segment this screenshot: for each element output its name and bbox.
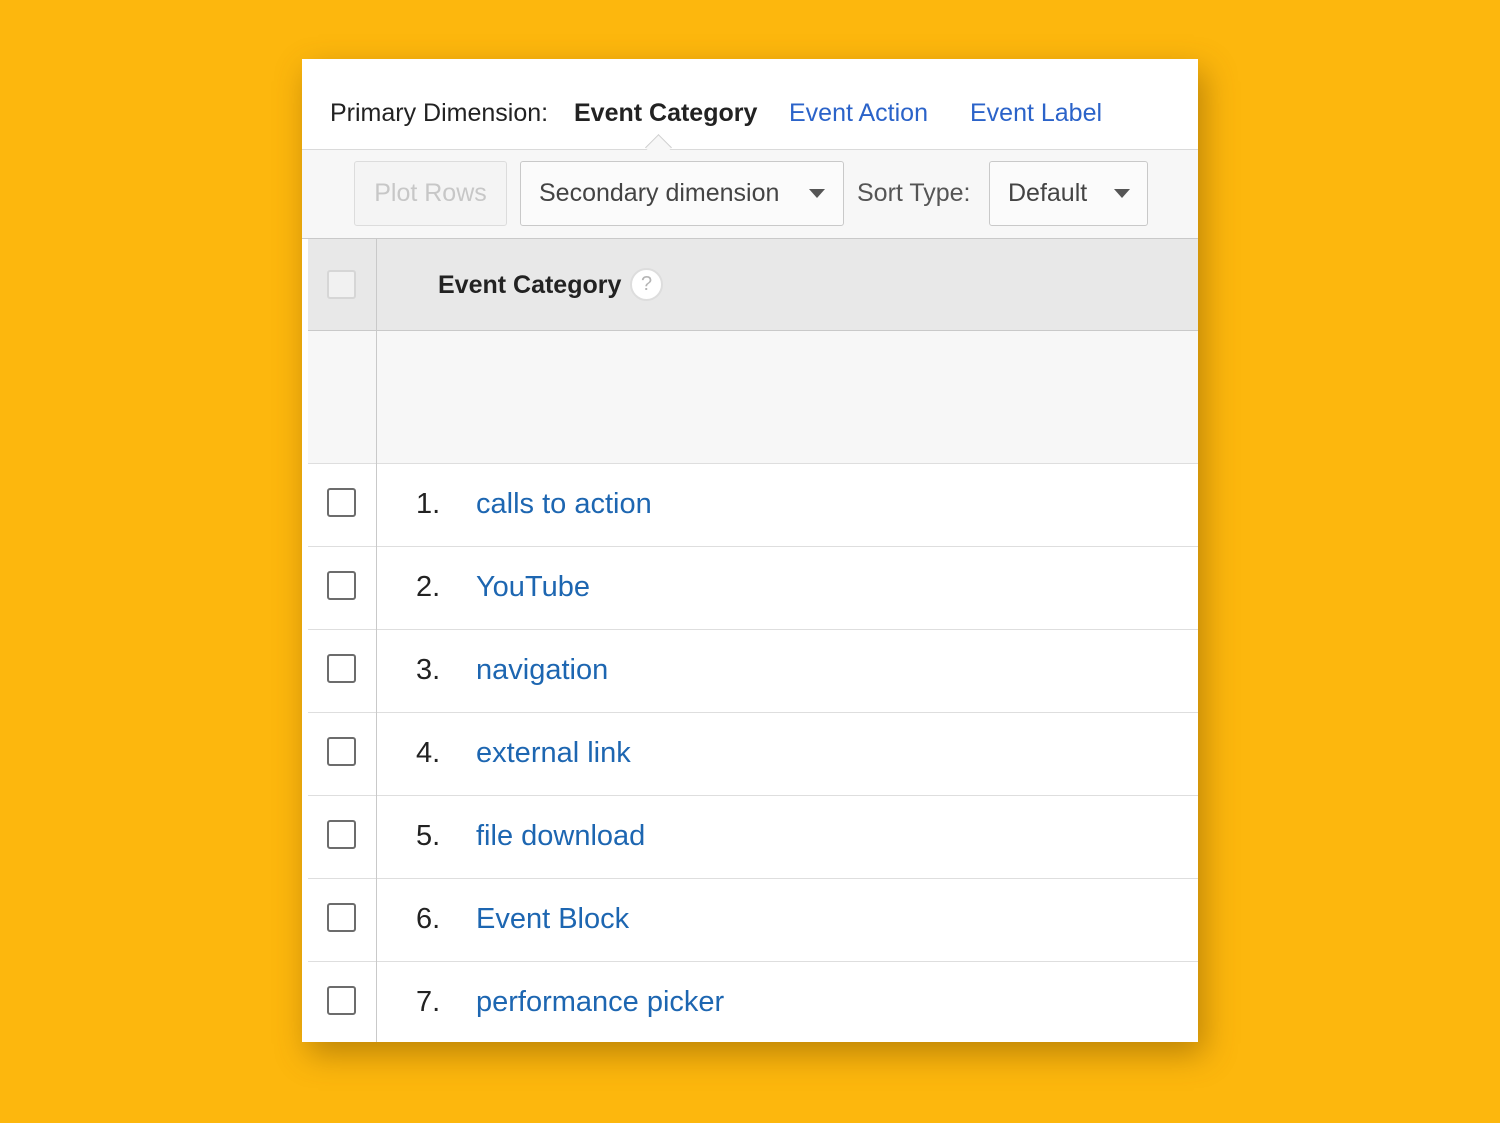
table-rows: 1. calls to action 2. YouTube 3. navigat… bbox=[308, 464, 1198, 1042]
table-toolbar: Plot Rows Secondary dimension Sort Type:… bbox=[302, 150, 1198, 239]
sort-type-dropdown[interactable]: Default bbox=[989, 161, 1148, 226]
table-row: 5. file download bbox=[308, 796, 1198, 879]
chevron-down-icon bbox=[809, 189, 825, 198]
row-number: 2. bbox=[416, 571, 441, 603]
sort-type-value: Default bbox=[1008, 179, 1088, 207]
row-number: 4. bbox=[416, 737, 441, 769]
row-event-category-link[interactable]: external link bbox=[476, 735, 631, 771]
table-summary-row bbox=[308, 331, 1198, 464]
row-event-category-link[interactable]: calls to action bbox=[476, 486, 652, 522]
row-event-category-link[interactable]: YouTube bbox=[476, 569, 590, 605]
secondary-dimension-label: Secondary dimension bbox=[539, 179, 780, 207]
help-icon[interactable]: ? bbox=[630, 268, 663, 301]
row-number: 6. bbox=[416, 903, 441, 935]
table-row: 6. Event Block bbox=[308, 879, 1198, 962]
row-number: 7. bbox=[416, 986, 441, 1018]
table-row: 7. performance picker bbox=[308, 962, 1198, 1042]
primary-dimension-event-action-link[interactable]: Event Action bbox=[789, 97, 928, 129]
row-number: 1. bbox=[416, 488, 441, 520]
primary-dimension-label: Primary Dimension: bbox=[330, 99, 549, 127]
report-panel: Primary Dimension: Event Category Event … bbox=[302, 59, 1198, 1042]
sort-type-label: Sort Type: bbox=[857, 179, 971, 207]
row-checkbox[interactable] bbox=[327, 488, 356, 517]
table-row: 3. navigation bbox=[308, 630, 1198, 713]
row-number: 5. bbox=[416, 820, 441, 852]
select-all-checkbox[interactable] bbox=[327, 270, 356, 299]
primary-dimension-event-label-link[interactable]: Event Label bbox=[970, 97, 1102, 129]
plot-rows-button[interactable]: Plot Rows bbox=[354, 161, 507, 226]
row-event-category-link[interactable]: performance picker bbox=[476, 984, 724, 1020]
row-checkbox[interactable] bbox=[327, 737, 356, 766]
table-row: 4. external link bbox=[308, 713, 1198, 796]
row-checkbox[interactable] bbox=[327, 571, 356, 600]
chevron-down-icon bbox=[1114, 189, 1130, 198]
table-row: 2. YouTube bbox=[308, 547, 1198, 630]
row-event-category-link[interactable]: navigation bbox=[476, 652, 608, 688]
event-category-table: Event Category ? 1. calls to action 2. Y… bbox=[308, 239, 1198, 1042]
row-checkbox[interactable] bbox=[327, 820, 356, 849]
primary-dimension-bar: Primary Dimension: Event Category Event … bbox=[302, 59, 1198, 150]
table-row: 1. calls to action bbox=[308, 464, 1198, 547]
primary-dimension-event-category: Event Category bbox=[574, 99, 758, 127]
secondary-dimension-dropdown[interactable]: Secondary dimension bbox=[520, 161, 844, 226]
table-header-row: Event Category ? bbox=[308, 239, 1198, 331]
column-header-event-category[interactable]: Event Category bbox=[438, 268, 621, 302]
row-number: 3. bbox=[416, 654, 441, 686]
row-event-category-link[interactable]: Event Block bbox=[476, 901, 629, 937]
row-checkbox[interactable] bbox=[327, 986, 356, 1015]
row-checkbox[interactable] bbox=[327, 654, 356, 683]
row-checkbox[interactable] bbox=[327, 903, 356, 932]
column-divider bbox=[376, 239, 377, 1042]
row-event-category-link[interactable]: file download bbox=[476, 818, 645, 854]
